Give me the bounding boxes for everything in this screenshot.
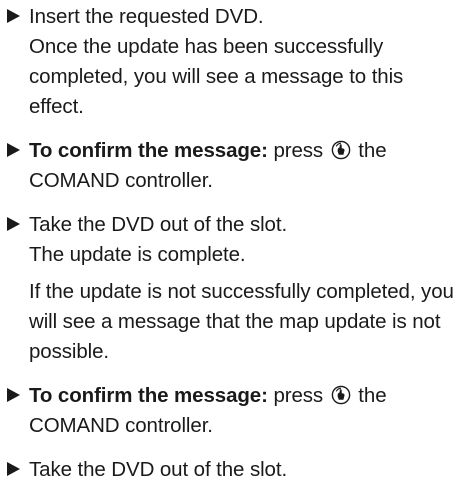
- bullet-arrow-icon: [7, 462, 20, 476]
- bullet-arrow-icon: [7, 388, 20, 402]
- step-text: Insert the requested DVD.: [29, 5, 264, 28]
- step-remove-dvd: Take the DVD out of the slot. The update…: [7, 210, 460, 367]
- step-bold-label: To confirm the message:: [29, 139, 268, 162]
- step-press-text: press: [273, 384, 324, 407]
- step-insert-dvd: Insert the requested DVD. Once the updat…: [7, 2, 460, 122]
- bullet-arrow-icon: [7, 143, 20, 157]
- bullet-arrow-icon: [7, 217, 20, 231]
- instruction-page: Insert the requested DVD. Once the updat…: [0, 0, 470, 481]
- step-confirm-message: To confirm the message: press the COMAND…: [7, 136, 460, 196]
- bullet-arrow-icon: [7, 9, 20, 23]
- step-failure-note: If the update is not successfully comple…: [29, 280, 454, 363]
- step-confirm-message: To confirm the message: press the COMAND…: [7, 381, 460, 441]
- step-bold-label: To confirm the message:: [29, 384, 268, 407]
- step-text: Take the DVD out of the slot.: [29, 458, 288, 481]
- step-text: Take the DVD out of the slot.: [29, 213, 288, 236]
- step-remove-dvd-final: Take the DVD out of the slot.: [7, 455, 460, 485]
- controller-press-icon: [331, 140, 350, 160]
- step-result-text: Once the update has been successfully co…: [29, 35, 404, 118]
- step-press-text: press: [273, 139, 324, 162]
- step-result-text: The update is complete.: [29, 243, 246, 266]
- controller-press-icon: [331, 385, 350, 405]
